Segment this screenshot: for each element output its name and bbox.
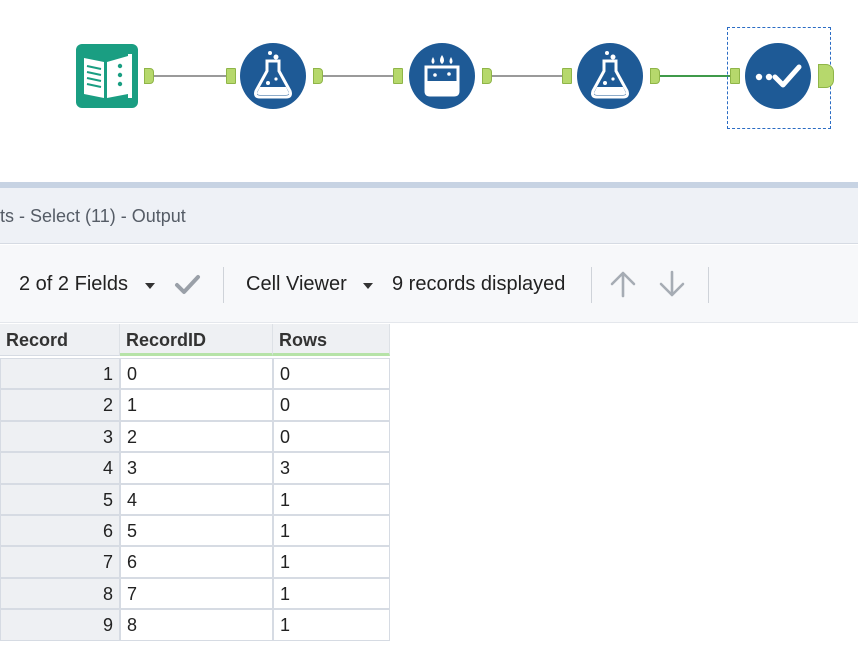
rows-cell[interactable]: 1 — [273, 577, 390, 610]
toolbar-divider — [708, 267, 709, 303]
results-title: ts - Select (11) - Output — [0, 206, 186, 226]
checkmark-dots-icon — [755, 64, 802, 88]
column-header-record[interactable]: Record — [0, 324, 120, 356]
column-header-rows[interactable]: Rows — [273, 324, 390, 356]
recordid-cell[interactable]: 2 — [120, 420, 273, 453]
rows-cell[interactable]: 0 — [273, 420, 390, 453]
records-status: 9 records displayed — [392, 273, 566, 295]
rows-cell[interactable]: 1 — [273, 515, 390, 547]
connection-line[interactable] — [323, 75, 393, 77]
record-number-cell: 6 — [0, 515, 120, 547]
chevron-down-icon[interactable] — [363, 283, 373, 289]
connection-line[interactable] — [154, 75, 226, 77]
chevron-down-icon[interactable] — [145, 283, 155, 289]
formula-tool-1[interactable] — [240, 43, 306, 109]
app-root: ts - Select (11) - Output 2 of 2 Fields … — [0, 0, 858, 668]
arrow-up-icon[interactable] — [608, 269, 638, 299]
recordid-cell[interactable]: 7 — [120, 577, 273, 610]
fields-selector[interactable]: 2 of 2 Fields — [19, 273, 128, 296]
formula-tool-2[interactable] — [577, 43, 643, 109]
recordid-cell[interactable]: 1 — [120, 389, 273, 421]
record-number-cell: 3 — [0, 420, 120, 453]
results-window: ts - Select (11) - Output 2 of 2 Fields … — [0, 182, 858, 668]
rows-cell[interactable]: 3 — [273, 452, 390, 484]
rows-cell[interactable]: 0 — [273, 389, 390, 421]
results-toolbar: 2 of 2 Fields Cell Viewer 9 records disp… — [0, 245, 858, 323]
output-anchor[interactable] — [818, 64, 834, 88]
flask-icon — [254, 51, 292, 99]
record-number-cell: 5 — [0, 483, 120, 515]
output-anchor[interactable] — [144, 68, 154, 84]
flask-icon — [591, 51, 629, 99]
column-header-recordid[interactable]: RecordID — [120, 324, 273, 356]
record-number-cell: 2 — [0, 389, 120, 421]
connection-line[interactable] — [492, 75, 562, 77]
checkmark-icon[interactable] — [172, 269, 202, 299]
arrow-down-icon[interactable] — [657, 269, 687, 299]
recordid-cell[interactable]: 4 — [120, 483, 273, 515]
record-number-cell: 8 — [0, 577, 120, 610]
recordid-cell[interactable]: 0 — [120, 358, 273, 390]
output-anchor[interactable] — [482, 68, 492, 84]
toolbar-divider — [591, 267, 592, 303]
input-anchor[interactable] — [226, 68, 236, 84]
record-number-cell: 9 — [0, 609, 120, 641]
recordid-cell[interactable]: 6 — [120, 546, 273, 578]
workflow-canvas[interactable] — [0, 0, 858, 182]
record-number-cell: 1 — [0, 358, 120, 390]
recordid-cell[interactable]: 3 — [120, 452, 273, 484]
select-tool[interactable] — [745, 43, 811, 109]
cell-viewer-selector[interactable]: Cell Viewer — [246, 273, 347, 296]
output-anchor[interactable] — [313, 68, 323, 84]
input-anchor[interactable] — [562, 68, 572, 84]
rows-cell[interactable]: 1 — [273, 483, 390, 515]
input-anchor[interactable] — [393, 68, 403, 84]
book-icon — [76, 44, 138, 108]
recordid-cell[interactable]: 5 — [120, 515, 273, 547]
multi-row-formula-tool[interactable] — [409, 43, 475, 109]
connection-line[interactable] — [660, 75, 730, 77]
toolbar-divider — [223, 267, 224, 303]
output-anchor[interactable] — [650, 68, 660, 84]
record-number-cell: 7 — [0, 546, 120, 578]
recordid-cell[interactable]: 8 — [120, 609, 273, 641]
record-number-cell: 4 — [0, 452, 120, 484]
results-title-bar: ts - Select (11) - Output — [0, 188, 858, 244]
rows-cell[interactable]: 1 — [273, 546, 390, 578]
input-data-tool[interactable] — [76, 44, 138, 108]
rows-cell[interactable]: 1 — [273, 609, 390, 641]
rows-cell[interactable]: 0 — [273, 358, 390, 390]
multi-flask-icon — [424, 55, 460, 97]
